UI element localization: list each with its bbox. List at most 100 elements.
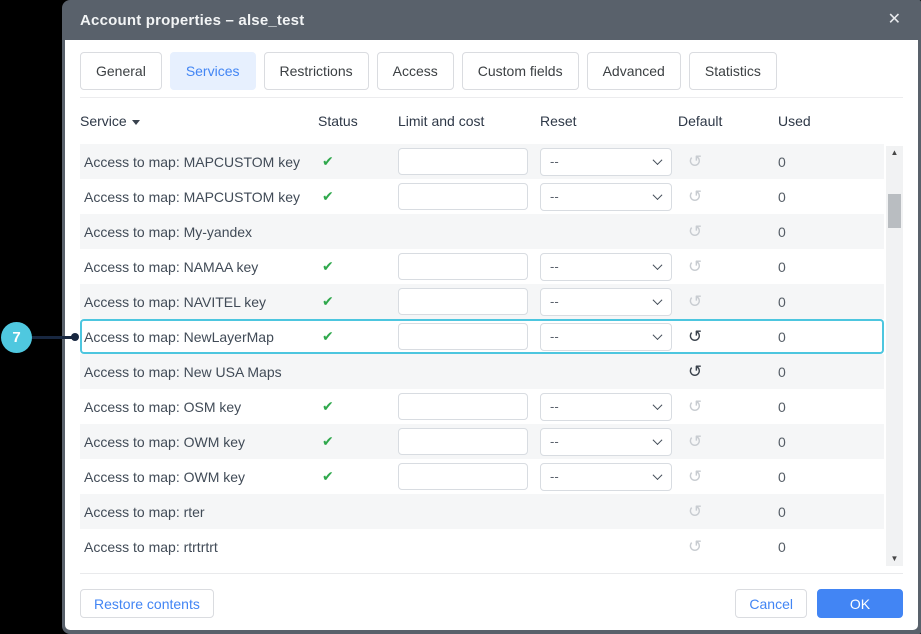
chevron-down-icon xyxy=(653,295,663,305)
reset-select[interactable]: -- xyxy=(540,323,672,351)
status-enabled-check-icon: ✔ xyxy=(322,258,334,274)
restore-default-undo-icon[interactable]: ↺ xyxy=(688,187,702,206)
column-header-default: Default xyxy=(678,113,778,129)
status-enabled-check-icon: ✔ xyxy=(322,293,334,309)
used-count: 0 xyxy=(778,189,786,205)
service-name: Access to map: My-yandex xyxy=(80,224,318,240)
dialog-footer: Restore contents Cancel OK xyxy=(80,573,903,618)
used-count: 0 xyxy=(778,329,786,345)
reset-select[interactable]: -- xyxy=(540,148,672,176)
restore-default-undo-icon[interactable]: ↺ xyxy=(688,152,702,171)
reset-select-value: -- xyxy=(550,469,559,484)
used-count: 0 xyxy=(778,294,786,310)
chevron-down-icon xyxy=(653,435,663,445)
tab-general[interactable]: General xyxy=(80,52,162,90)
chevron-down-icon xyxy=(653,330,663,340)
scrollbar-thumb[interactable] xyxy=(888,194,901,228)
service-row: Access to map: NewLayerMap✔ -- ↺ 0 xyxy=(80,319,884,354)
restore-default-undo-icon[interactable]: ↺ xyxy=(688,222,702,241)
used-count: 0 xyxy=(778,224,786,240)
service-row: Access to map: NAMAA key✔--↺0 xyxy=(80,249,884,284)
tab-advanced[interactable]: Advanced xyxy=(587,52,681,90)
used-count: 0 xyxy=(778,434,786,450)
restore-default-undo-icon[interactable]: ↺ xyxy=(688,327,702,346)
restore-default-undo-icon[interactable]: ↺ xyxy=(688,537,702,556)
restore-default-undo-icon[interactable]: ↺ xyxy=(688,467,702,486)
annotation-line xyxy=(30,336,75,339)
reset-select[interactable]: -- xyxy=(540,253,672,281)
scroll-down-arrow-icon[interactable]: ▼ xyxy=(886,552,903,566)
service-row: Access to map: OSM key✔--↺0 xyxy=(80,389,884,424)
reset-select[interactable]: -- xyxy=(540,428,672,456)
annotation-dot xyxy=(71,333,79,341)
reset-select-value: -- xyxy=(550,329,559,344)
column-header-limit: Limit and cost xyxy=(398,113,540,129)
tab-services[interactable]: Services xyxy=(170,52,256,90)
reset-select-value: -- xyxy=(550,259,559,274)
status-enabled-check-icon: ✔ xyxy=(322,328,334,344)
dialog-title: Account properties – alse_test xyxy=(80,12,304,29)
tab-statistics[interactable]: Statistics xyxy=(689,52,777,90)
vertical-scrollbar[interactable]: ▲ ▼ xyxy=(886,146,903,566)
limit-and-cost-input[interactable] xyxy=(398,323,528,350)
reset-select[interactable]: -- xyxy=(540,183,672,211)
tab-custom-fields[interactable]: Custom fields xyxy=(462,52,579,90)
cancel-button[interactable]: Cancel xyxy=(735,589,807,618)
service-name: Access to map: MAPCUSTOM key xyxy=(80,189,318,205)
limit-and-cost-input[interactable] xyxy=(398,148,528,175)
ok-button[interactable]: OK xyxy=(817,589,903,618)
service-name: Access to map: New USA Maps xyxy=(80,364,318,380)
close-icon[interactable]: ✕ xyxy=(888,12,901,28)
limit-and-cost-input[interactable] xyxy=(398,463,528,490)
limit-and-cost-input[interactable] xyxy=(398,288,528,315)
used-count: 0 xyxy=(778,539,786,555)
scroll-up-arrow-icon[interactable]: ▲ xyxy=(886,146,903,160)
reset-select-value: -- xyxy=(550,399,559,414)
restore-default-undo-icon[interactable]: ↺ xyxy=(688,292,702,311)
annotation-number: 7 xyxy=(12,329,20,346)
restore-contents-button[interactable]: Restore contents xyxy=(80,589,214,618)
used-count: 0 xyxy=(778,154,786,170)
reset-select[interactable]: -- xyxy=(540,288,672,316)
status-enabled-check-icon: ✔ xyxy=(322,188,334,204)
column-header-service[interactable]: Service xyxy=(80,113,318,129)
annotation-badge: 7 xyxy=(1,322,32,353)
reset-select-value: -- xyxy=(550,189,559,204)
restore-default-undo-icon[interactable]: ↺ xyxy=(688,397,702,416)
reset-select-value: -- xyxy=(550,294,559,309)
limit-and-cost-input[interactable] xyxy=(398,253,528,280)
service-name: Access to map: rtrtrtrt xyxy=(80,539,318,555)
chevron-down-icon xyxy=(653,470,663,480)
services-table-body: Access to map: MAPCUSTOM key✔--↺0Access … xyxy=(80,144,903,564)
dialog-titlebar: Account properties – alse_test ✕ xyxy=(62,0,921,40)
service-name: Access to map: MAPCUSTOM key xyxy=(80,154,318,170)
used-count: 0 xyxy=(778,364,786,380)
tab-restrictions[interactable]: Restrictions xyxy=(264,52,369,90)
service-name: Access to map: OWM key xyxy=(80,469,318,485)
limit-and-cost-input[interactable] xyxy=(398,183,528,210)
tab-bar: GeneralServicesRestrictionsAccessCustom … xyxy=(80,40,903,98)
status-enabled-check-icon: ✔ xyxy=(322,153,334,169)
limit-and-cost-input[interactable] xyxy=(398,428,528,455)
column-header-used: Used xyxy=(778,113,903,129)
service-name: Access to map: NewLayerMap xyxy=(80,329,318,345)
used-count: 0 xyxy=(778,504,786,520)
table-header: Service Status Limit and cost Reset Defa… xyxy=(80,98,903,144)
reset-select[interactable]: -- xyxy=(540,463,672,491)
service-name: Access to map: OWM key xyxy=(80,434,318,450)
restore-default-undo-icon[interactable]: ↺ xyxy=(688,362,702,381)
limit-and-cost-input[interactable] xyxy=(398,393,528,420)
chevron-down-icon xyxy=(653,155,663,165)
restore-default-undo-icon[interactable]: ↺ xyxy=(688,432,702,451)
restore-default-undo-icon[interactable]: ↺ xyxy=(688,257,702,276)
service-row: Access to map: rtrtrtrt ↺ 0 xyxy=(80,529,884,564)
service-row: Access to map: OWM key✔--↺0 xyxy=(80,459,884,494)
restore-default-undo-icon[interactable]: ↺ xyxy=(688,502,702,521)
service-name: Access to map: rter xyxy=(80,504,318,520)
tab-access[interactable]: Access xyxy=(377,52,454,90)
chevron-down-icon xyxy=(653,260,663,270)
service-name: Access to map: NAVITEL key xyxy=(80,294,318,310)
reset-select-value: -- xyxy=(550,154,559,169)
reset-select[interactable]: -- xyxy=(540,393,672,421)
service-row: Access to map: My-yandex ↺ 0 xyxy=(80,214,884,249)
